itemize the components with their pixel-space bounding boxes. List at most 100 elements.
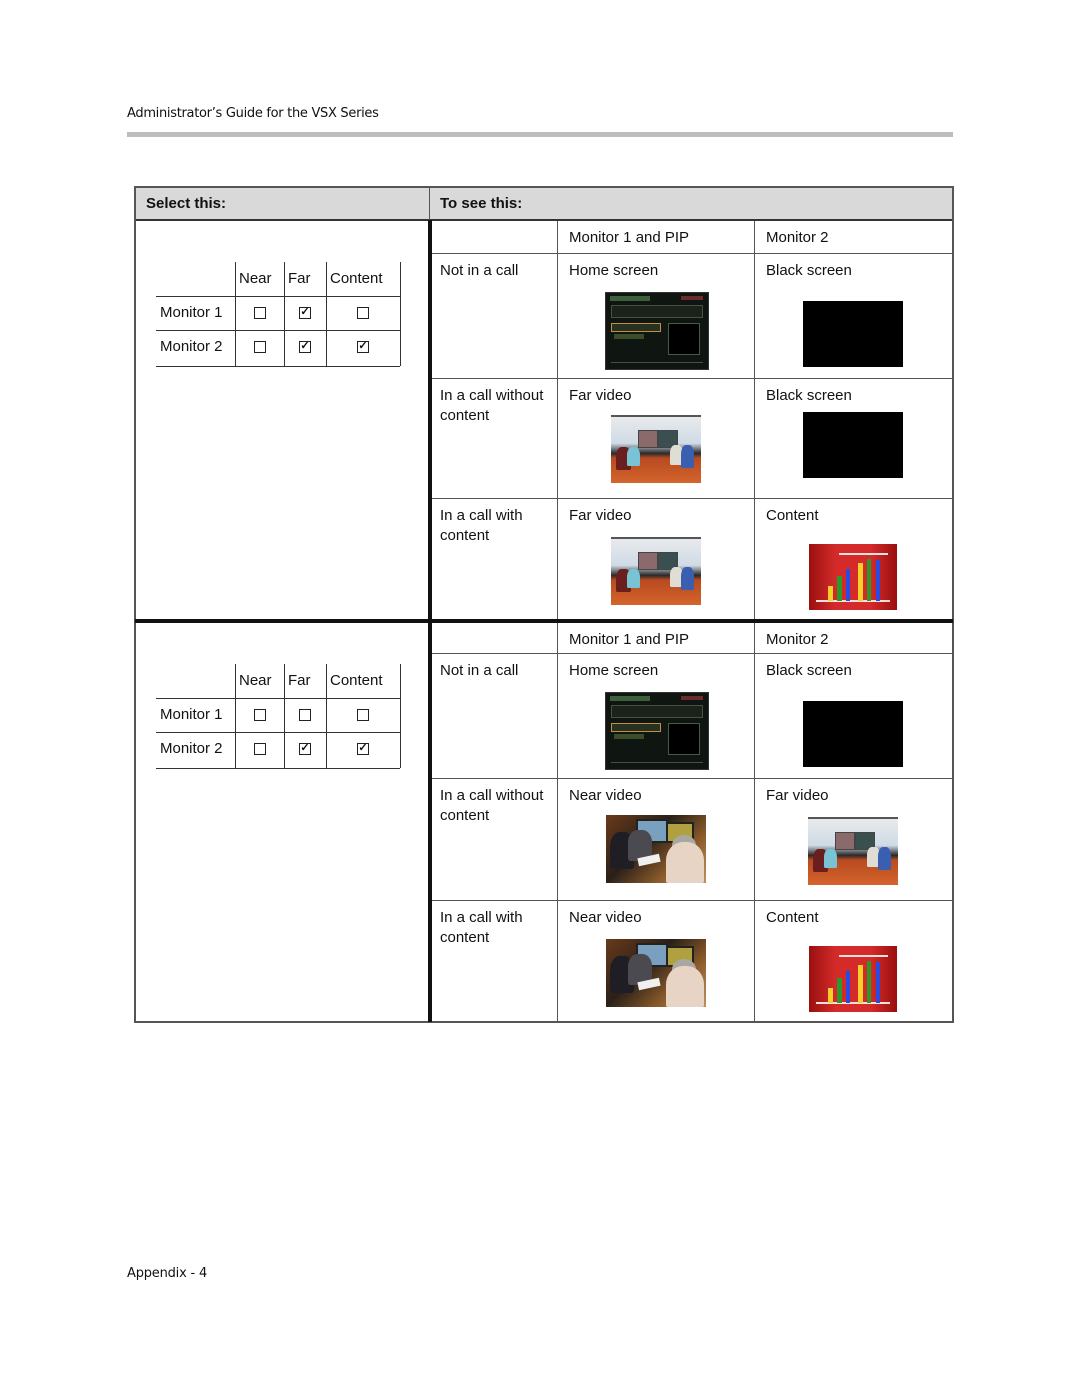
selection-grid-row-rule xyxy=(156,296,400,297)
table-border-right xyxy=(952,186,954,1023)
home-screen-hs-foot xyxy=(611,362,703,363)
far-video-fv-screen1 xyxy=(638,430,658,449)
result-column-header: Monitor 1 and PIP xyxy=(569,229,690,246)
near-video-nv-p3 xyxy=(666,842,704,883)
selection-grid-row-rule xyxy=(156,366,400,367)
checked-checkbox-far xyxy=(299,307,311,319)
call-state-label: Not in a call xyxy=(440,662,519,679)
header-divider xyxy=(429,187,430,220)
content-chart-bar xyxy=(875,559,881,601)
checked-checkbox-far xyxy=(299,743,311,755)
content-chart-bar xyxy=(845,971,851,1003)
monitor1-result-label: Near video xyxy=(569,909,642,926)
selection-column-header-near: Near xyxy=(239,672,272,689)
content-chart-bar xyxy=(858,562,863,601)
checked-checkbox-far xyxy=(299,341,311,353)
table-header-row xyxy=(135,187,953,220)
running-head: Administrator’s Guide for the VSX Series xyxy=(127,106,379,121)
call-state-label: In a call without content xyxy=(440,387,544,424)
selection-grid-col-rule xyxy=(326,262,327,366)
monitor2-thumbnail-black-screen xyxy=(803,701,903,767)
content-chart-bar xyxy=(845,569,851,601)
content-chart-bar xyxy=(875,961,881,1003)
unchecked-checkbox-far xyxy=(299,709,311,721)
content-chart-bar xyxy=(837,977,842,1003)
unchecked-checkbox-near xyxy=(253,341,266,353)
selection-grid-col-rule xyxy=(400,262,401,366)
unchecked-checkbox-near xyxy=(253,307,266,319)
selection-grid-row-rule xyxy=(156,698,400,699)
monitor1-thumbnail-home-screen xyxy=(605,292,709,370)
selection-grid-col-rule xyxy=(235,664,236,768)
result-column-header: Monitor 2 xyxy=(766,229,829,246)
header-bottom-rule xyxy=(135,219,953,221)
home-screen-hs-bar xyxy=(611,305,703,318)
home-screen-hs-item1 xyxy=(611,723,661,732)
header-select-this: Select this: xyxy=(146,195,227,212)
result-row-rule xyxy=(432,900,953,901)
monitor1-result-label: Near video xyxy=(569,787,642,804)
call-state-label: In a call with content xyxy=(440,909,523,946)
home-screen-hs-item2 xyxy=(614,334,644,339)
selection-row-label: Monitor 1 xyxy=(160,706,223,723)
call-state-label: Not in a call xyxy=(440,262,519,279)
result-row-rule xyxy=(432,378,953,379)
result-col-rule xyxy=(557,221,558,619)
result-col-rule xyxy=(754,221,755,619)
home-screen-hs-pip xyxy=(668,323,700,355)
far-video-fv-p4 xyxy=(681,444,694,468)
far-video-fv-p2 xyxy=(824,848,837,869)
section-divider-horizontal xyxy=(135,619,953,623)
monitor1-result-label: Far video xyxy=(569,387,632,404)
content-chart-ci-top xyxy=(838,955,889,958)
near-video-nv-p3 xyxy=(666,966,704,1007)
selection-column-header-far: Far xyxy=(288,672,311,689)
unchecked-checkbox-content xyxy=(357,307,369,319)
far-video-fv-screen1 xyxy=(835,832,855,851)
result-col-rule xyxy=(754,623,755,1021)
unchecked-checkbox-near xyxy=(253,743,266,755)
call-state-label: In a call with content xyxy=(440,507,523,544)
selection-grid-row-rule xyxy=(156,768,400,769)
home-screen-hs-logo xyxy=(681,696,703,700)
monitor2-result-label: Far video xyxy=(766,787,829,804)
far-video-fv-p2 xyxy=(627,568,640,589)
table-border-bottom xyxy=(135,1021,954,1023)
content-chart-bar xyxy=(858,964,863,1003)
monitor2-result-label: Content xyxy=(766,909,819,926)
monitor1-result-label: Home screen xyxy=(569,662,659,679)
far-video-fv-p4 xyxy=(681,566,694,590)
monitor2-thumbnail-black-screen xyxy=(803,301,903,367)
home-screen-hs-item1 xyxy=(611,323,661,332)
checked-checkbox-content xyxy=(357,743,369,755)
table-border-left xyxy=(134,186,136,1023)
content-chart-bar xyxy=(828,988,833,1003)
selection-grid-col-rule xyxy=(284,262,285,366)
monitor1-thumbnail-far-video xyxy=(611,537,701,605)
monitor1-thumbnail-home-screen xyxy=(605,692,709,770)
selection-row-label: Monitor 2 xyxy=(160,740,223,757)
selection-column-header-content: Content xyxy=(330,672,383,689)
header-rule xyxy=(127,132,953,137)
far-video-fv-p4 xyxy=(878,846,891,870)
result-row-rule xyxy=(432,653,953,654)
monitor2-thumbnail-content-chart xyxy=(809,946,897,1012)
far-video-fv-screen1 xyxy=(638,552,658,571)
content-chart-bar xyxy=(867,960,872,1003)
table-border-top xyxy=(135,186,953,188)
call-state-label: In a call without content xyxy=(440,787,544,824)
header-to-see-this: To see this: xyxy=(440,195,523,212)
home-screen-hs-pip xyxy=(668,723,700,755)
result-row-rule xyxy=(432,498,953,499)
home-screen-hs-item2 xyxy=(614,734,644,739)
monitor2-result-label: Black screen xyxy=(766,387,852,404)
monitor2-thumbnail-black-screen xyxy=(803,412,903,478)
content-chart-ci-top xyxy=(838,553,889,556)
unchecked-checkbox-near xyxy=(253,709,266,721)
home-screen-hs-title xyxy=(610,696,650,701)
selection-row-label: Monitor 1 xyxy=(160,304,223,321)
selection-grid-col-rule xyxy=(235,262,236,366)
monitor1-thumbnail-far-video xyxy=(611,415,701,483)
selection-row-label: Monitor 2 xyxy=(160,338,223,355)
unchecked-checkbox-content xyxy=(357,709,369,721)
